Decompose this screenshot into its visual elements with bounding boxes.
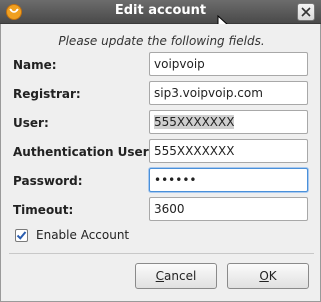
password-label: Password: [13, 174, 83, 188]
enable-account-checkbox[interactable] [15, 229, 28, 242]
auth-user-field[interactable]: 555XXXXXXX [149, 139, 308, 163]
user-label: User: [13, 116, 49, 130]
registrar-label: Registrar: [13, 87, 81, 101]
close-icon [301, 7, 311, 17]
checkmark-icon [16, 231, 27, 240]
edit-account-dialog: Please update the following fields. Name… [0, 24, 321, 302]
name-value: voipvoip [154, 57, 205, 71]
password-field[interactable]: •••••• [149, 168, 308, 192]
registrar-field[interactable]: sip3.voipvoip.com [149, 81, 308, 105]
separator [9, 253, 314, 254]
window-title: Edit account [114, 3, 207, 18]
cancel-label: ancel [164, 269, 197, 283]
timeout-value: 3600 [154, 202, 185, 216]
enable-account-label: Enable Account [36, 228, 130, 242]
name-field[interactable]: voipvoip [149, 52, 308, 76]
timeout-field[interactable]: 3600 [149, 197, 308, 221]
user-field[interactable]: 555XXXXXXX [149, 110, 308, 134]
instructions-text: Please update the following fields. [58, 34, 265, 48]
ok-mnemonic: O [259, 269, 269, 283]
password-value: •••••• [154, 173, 197, 187]
user-value: 555XXXXXXX [154, 115, 235, 129]
auth-user-label: Authentication User: [13, 145, 154, 159]
auth-user-value: 555XXXXXXX [154, 144, 235, 158]
ok-button[interactable]: OK [227, 263, 309, 289]
title-bar: Edit account [0, 0, 321, 24]
name-label: Name: [13, 58, 57, 72]
close-button[interactable] [297, 3, 315, 21]
cancel-mnemonic: C [155, 269, 165, 283]
registrar-value: sip3.voipvoip.com [154, 86, 263, 100]
cancel-button[interactable]: Cancel [135, 263, 217, 289]
timeout-label: Timeout: [13, 203, 74, 217]
ok-label: K [268, 269, 277, 283]
